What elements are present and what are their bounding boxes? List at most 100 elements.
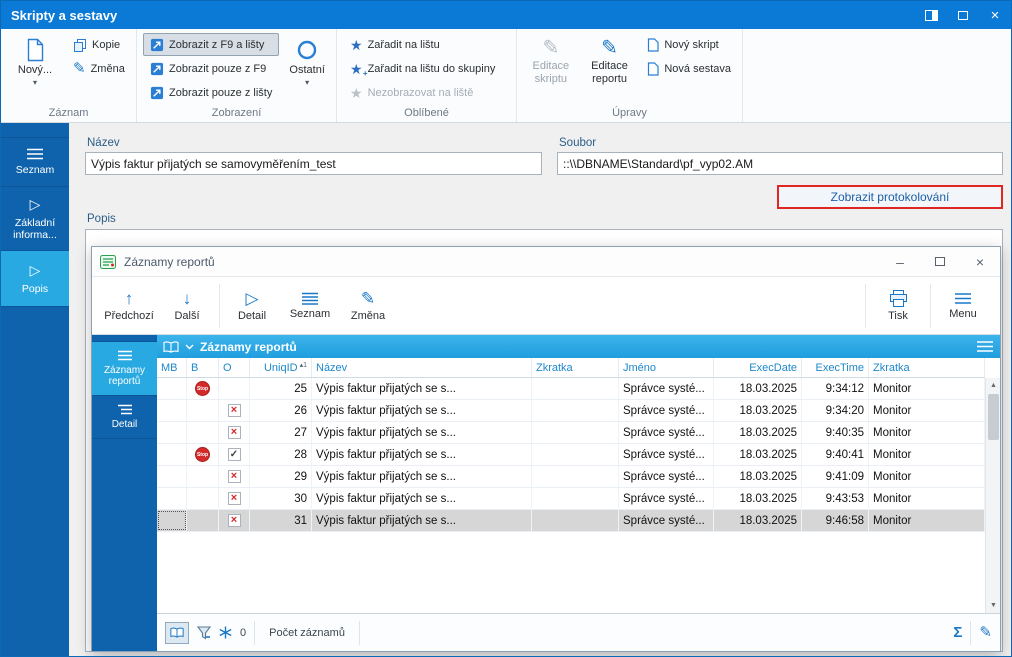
table-row[interactable]: × 26 Výpis faktur přijatých se s... Správce…	[157, 400, 985, 422]
star-plus-icon: ★ +	[350, 60, 368, 78]
zobrazit-pouze-listy-label: Zobrazit pouze z lišty	[169, 86, 273, 99]
zobrazit-f9-listy-label: Zobrazit z F9 a lišty	[169, 38, 265, 51]
cell: 29	[250, 466, 312, 487]
tisk-button[interactable]: Tisk	[869, 280, 927, 332]
sidebar-item-popis[interactable]: ▷ Popis	[1, 251, 69, 307]
dialog-close-icon[interactable]: ×	[960, 247, 1000, 276]
dialog-sidebar-item-detail[interactable]: Detail	[92, 396, 157, 439]
app-window: Skripty a sestavy × Nový... ▾ Kopie ✎ Zm…	[0, 0, 1012, 657]
editace-reportu-button[interactable]: ✎ Editace reportu	[582, 33, 638, 103]
editace-skriptu-button[interactable]: ✎ Editace skriptu	[523, 33, 579, 103]
zaradit-na-listu-button[interactable]: ★ Zařadit na lištu	[343, 33, 502, 56]
chevron-down-icon[interactable]	[185, 344, 194, 350]
vertical-scrollbar[interactable]: ▲ ▼	[985, 378, 1000, 613]
detail-button[interactable]: ▷ Detail	[223, 280, 281, 332]
table-row[interactable]: × 31 Výpis faktur přijatých se s... Správce…	[157, 510, 985, 532]
kopie-button[interactable]: Kopie	[66, 33, 132, 56]
edit-icon[interactable]: ✎	[979, 625, 992, 640]
ribbon: Nový... ▾ Kopie ✎ Změna Záznam Zobrazit …	[1, 29, 1011, 123]
dialog-title: Záznamy reportů	[124, 254, 215, 269]
cell: 9:40:35	[802, 422, 869, 443]
table-row[interactable]: × 30 Výpis faktur přijatých se s... Správce…	[157, 488, 985, 510]
close-icon[interactable]: ×	[979, 1, 1011, 29]
dialog-toolbar: ↑ Předchozí ↓ Další ▷ Detail Seznam ✎ Zm…	[92, 277, 1000, 335]
novy-button[interactable]: Nový... ▾	[7, 33, 63, 103]
predchozi-button[interactable]: ↑ Předchozí	[100, 280, 158, 332]
cell	[157, 444, 187, 465]
column-header[interactable]: Název	[312, 358, 532, 377]
error-cross-icon: ×	[227, 514, 241, 527]
column-header[interactable]: ExecDate	[714, 358, 802, 377]
sidebar-item-zakladni-informace[interactable]: ▷ Základní informa...	[1, 187, 69, 251]
column-header[interactable]: B	[187, 358, 219, 377]
cell	[187, 510, 219, 531]
novy-skript-button[interactable]: Nový skript	[640, 33, 738, 56]
column-header[interactable]: ExecTime	[802, 358, 869, 377]
group-label-zaznam: Záznam	[48, 107, 89, 119]
zobrazit-f9-listy-button[interactable]: Zobrazit z F9 a lišty	[143, 33, 280, 56]
table-row[interactable]: × 27 Výpis faktur přijatých se s... Správce…	[157, 422, 985, 444]
scrollbar-thumb[interactable]	[988, 394, 999, 440]
ostatni-button[interactable]: Ostatní ▾	[282, 33, 332, 103]
zobrazit-protokolovani-button[interactable]: Zobrazit protokolování	[777, 185, 1003, 209]
chevron-down-icon: ▾	[305, 77, 310, 87]
table-row[interactable]: × 29 Výpis faktur přijatých se s... Správce…	[157, 466, 985, 488]
column-header[interactable]: O	[219, 358, 250, 377]
cell: Monitor	[869, 466, 985, 487]
dialog-maximize-icon[interactable]	[920, 247, 960, 276]
zmena-button[interactable]: ✎ Změna	[66, 57, 132, 80]
changes-asterisk-icon[interactable]	[219, 626, 232, 639]
popis-label: Popis	[87, 213, 116, 225]
dialog-sidebar-item-zaznamy[interactable]: Záznamy reportů	[92, 341, 157, 396]
zobrazit-pouze-listy-button[interactable]: Zobrazit pouze z lišty	[143, 81, 279, 104]
sidebar-item-seznam[interactable]: Seznam	[1, 137, 69, 187]
grid-menu-icon[interactable]	[976, 340, 994, 353]
cell: 18.03.2025	[714, 378, 802, 399]
zaradit-na-listu-label: Zařadit na lištu	[367, 38, 440, 51]
menu-button[interactable]: Menu	[934, 280, 992, 332]
column-header[interactable]: Zkratka	[532, 358, 619, 377]
maximize-icon[interactable]	[947, 1, 979, 29]
seznam-button[interactable]: Seznam	[281, 280, 339, 332]
cell: ×	[219, 488, 250, 509]
pencil-icon: ✎	[601, 37, 618, 59]
detail-triangle-icon: ▷	[29, 262, 41, 278]
circle-icon	[296, 38, 318, 62]
cell	[532, 510, 619, 531]
ribbon-group-zaznam: Nový... ▾ Kopie ✎ Změna Záznam	[1, 29, 137, 122]
hamburger-menu-icon	[954, 292, 972, 305]
zobrazit-pouze-f9-button[interactable]: Zobrazit pouze z F9	[143, 57, 279, 80]
scroll-down-icon[interactable]: ▼	[986, 598, 1000, 613]
nova-sestava-button[interactable]: Nová sestava	[640, 57, 738, 80]
zmena-button[interactable]: ✎ Změna	[339, 280, 397, 332]
cell: 9:40:41	[802, 444, 869, 465]
soubor-input[interactable]	[557, 152, 1003, 175]
cell: Monitor	[869, 510, 985, 531]
view-mode-button[interactable]	[165, 621, 189, 644]
changes-count: 0	[240, 626, 247, 639]
nezobrazovat-label: Nezobrazovat na liště	[367, 86, 474, 99]
sidebar-item-label: Základní informa...	[13, 217, 57, 241]
column-header[interactable]: Jméno	[619, 358, 714, 377]
table-row[interactable]: Stop ✓ 28 Výpis faktur přijatých se s... Spr…	[157, 444, 985, 466]
report-grid: Záznamy reportů MB B O UniqID ▴1 Název Zkratka…	[157, 335, 1000, 613]
pencil-icon: ✎	[360, 288, 376, 308]
column-header[interactable]: UniqID ▴1	[250, 358, 312, 377]
scroll-up-icon[interactable]: ▲	[986, 378, 1000, 393]
column-header[interactable]: MB	[157, 358, 187, 377]
nezobrazovat-button[interactable]: ★ Nezobrazovat na liště	[343, 81, 502, 104]
cell	[532, 422, 619, 443]
record-count-label: Počet záznamů	[269, 626, 345, 639]
column-header[interactable]: Zkratka	[869, 358, 985, 377]
cell: Výpis faktur přijatých se s...	[312, 378, 532, 399]
zaradit-do-skupiny-button[interactable]: ★ + Zařadit na lištu do skupiny	[343, 57, 502, 80]
restore-pane-icon[interactable]	[915, 1, 947, 29]
table-row[interactable]: Stop 25 Výpis faktur přijatých se s... Sprá…	[157, 378, 985, 400]
ostatni-label: Ostatní	[289, 64, 325, 76]
dalsi-button[interactable]: ↓ Další	[158, 280, 216, 332]
sum-icon[interactable]: Σ	[953, 624, 962, 641]
cell: 18.03.2025	[714, 400, 802, 421]
dialog-minimize-icon[interactable]: –	[880, 247, 920, 276]
nazev-input[interactable]	[85, 152, 542, 175]
filter-icon[interactable]	[197, 625, 211, 640]
